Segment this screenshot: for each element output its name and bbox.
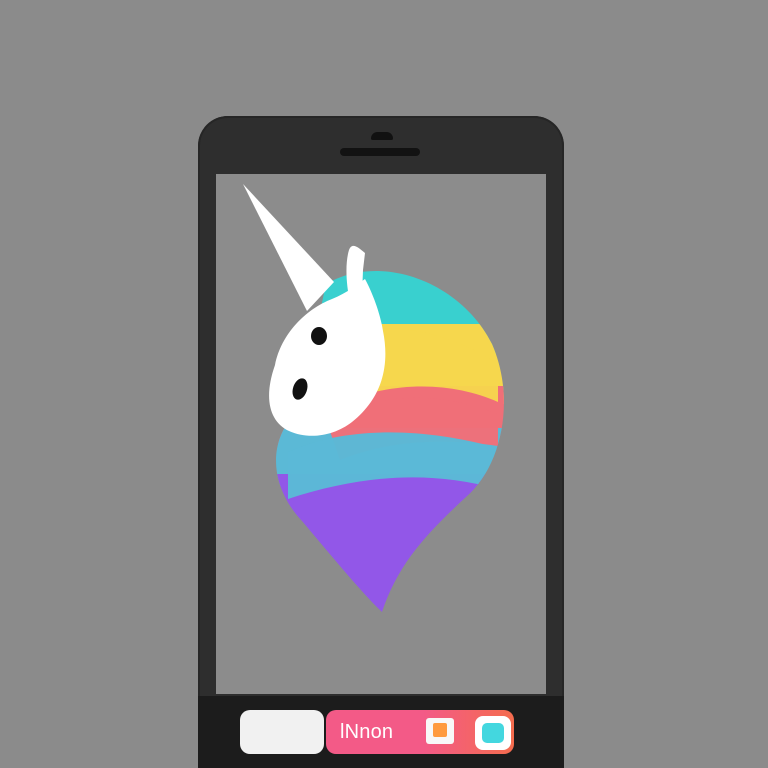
bottom-dock: lNnon [198,696,564,768]
dock-button-cyan[interactable] [475,716,511,750]
horn-icon [243,184,334,311]
smartphone-frame: lNnon [198,116,564,768]
orange-square-icon [426,718,454,744]
speaker-slot [340,148,420,156]
dock-brand-label: lNnon [340,721,394,743]
dock-button-white[interactable] [240,710,324,754]
eye-icon [311,327,327,345]
camera-notch [371,132,393,140]
unicorn-artwork [243,184,504,613]
phone-screen [216,174,546,694]
purple-band [276,474,504,613]
